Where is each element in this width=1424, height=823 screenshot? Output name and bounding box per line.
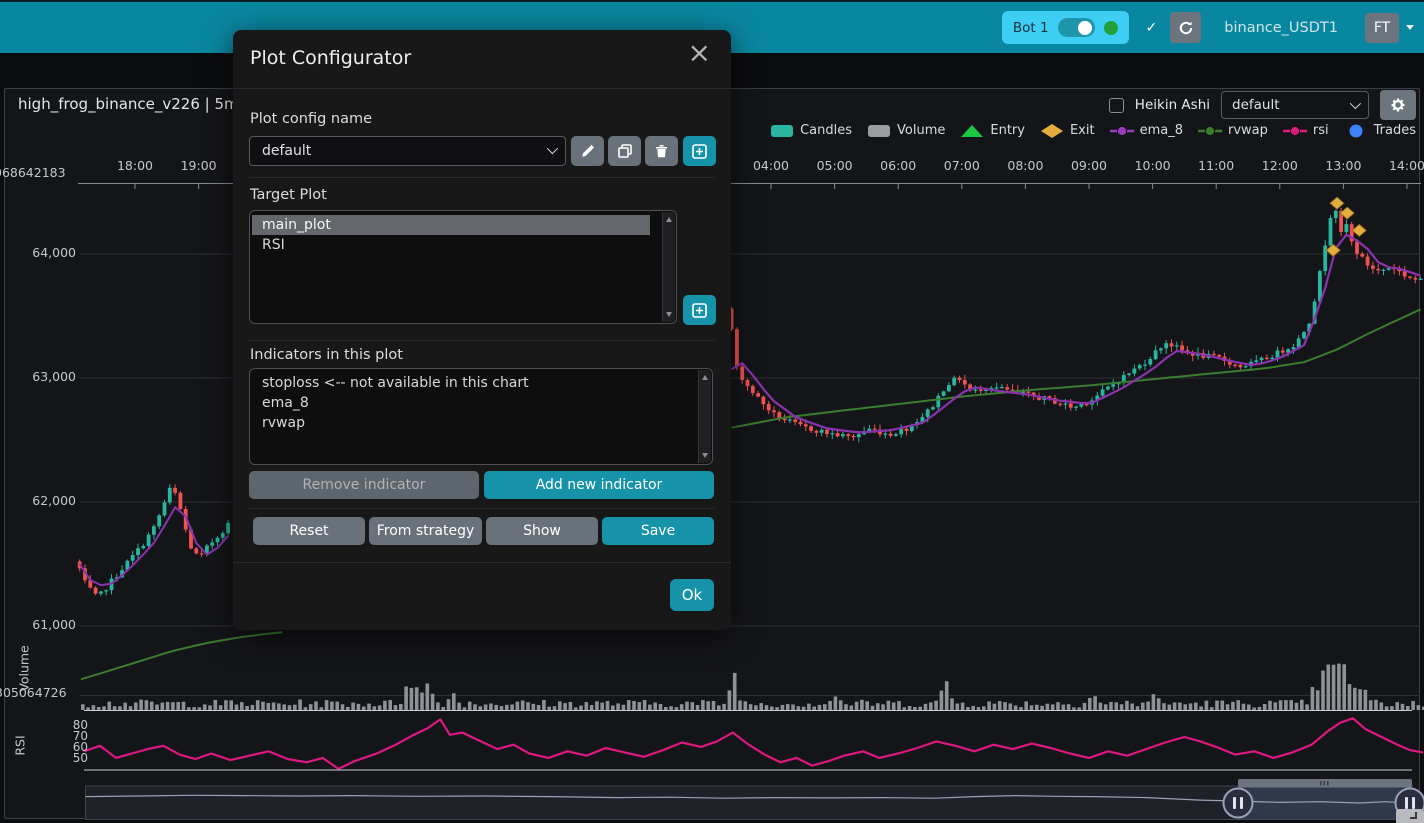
scroll-down-icon[interactable]: [666, 312, 672, 317]
bot-online-icon: [1104, 21, 1118, 35]
add-config-button[interactable]: [683, 136, 716, 166]
legend-linedot-icon: [1198, 124, 1222, 138]
legend-item-rvwap[interactable]: rvwap: [1198, 123, 1268, 138]
caret-down-icon: [1406, 25, 1414, 30]
indicator-option[interactable]: rvwap: [252, 413, 686, 433]
legend-circle-icon: [1344, 124, 1368, 138]
scrollbar[interactable]: [698, 370, 711, 463]
legend-label: rvwap: [1228, 123, 1268, 138]
chart-title: high_frog_binance_v226 | 5m: [18, 95, 239, 113]
bot-toggle[interactable]: [1058, 18, 1095, 37]
legend-label: Candles: [800, 123, 852, 138]
from-strategy-button[interactable]: From strategy: [369, 517, 482, 545]
indicator-option[interactable]: ema_8: [252, 393, 686, 413]
legend-label: Trades: [1374, 123, 1416, 138]
show-button[interactable]: Show: [486, 517, 598, 545]
modal-header: Plot Configurator ×: [233, 30, 731, 89]
reset-button[interactable]: Reset: [253, 517, 365, 545]
plus-square-icon: [692, 144, 707, 159]
pencil-icon: [581, 144, 595, 158]
target-plot-listbox[interactable]: main_plotRSI: [249, 210, 677, 324]
config-name-label: Plot config name: [250, 111, 372, 127]
app-root: Bot 1 ✓ binance_USDT1 FT 18:0019:0004:00…: [0, 0, 1424, 823]
scroll-down-icon[interactable]: [702, 453, 708, 458]
trash-icon: [655, 144, 668, 158]
legend-label: Volume: [897, 123, 945, 138]
chevron-down-icon: [1350, 98, 1361, 109]
close-icon[interactable]: ×: [682, 38, 717, 68]
legend-item-ema_8[interactable]: ema_8: [1110, 123, 1183, 138]
legend-linedot-icon: [1110, 124, 1134, 138]
delete-config-button[interactable]: [645, 136, 678, 166]
indicator-option[interactable]: stoploss <-- not available in this chart: [252, 373, 686, 393]
edit-config-button[interactable]: [571, 136, 604, 166]
remove-indicator-button[interactable]: Remove indicator: [249, 471, 479, 499]
heikin-ashi-checkbox[interactable]: [1109, 98, 1124, 113]
chart-legend: Candles Volume Entry Exit ema_8 rvwap rsi Trade…: [770, 123, 1416, 138]
bot-name: Bot 1: [1013, 20, 1049, 36]
resize-grip[interactable]: [1396, 809, 1424, 823]
target-plot-label: Target Plot: [250, 187, 327, 203]
toggle-knob: [1078, 21, 1092, 35]
gear-icon: [1390, 97, 1406, 113]
legend-linedot-icon: [1283, 124, 1307, 138]
plot-configurator-modal: Plot Configurator × Plot config name def…: [233, 30, 731, 630]
chevron-down-icon: [547, 143, 558, 154]
scrollbar[interactable]: [662, 212, 675, 322]
scroll-up-icon[interactable]: [702, 375, 708, 380]
legend-label: rsi: [1313, 123, 1329, 138]
legend-item-trades[interactable]: Trades: [1344, 123, 1416, 138]
legend-item-exit[interactable]: Exit: [1040, 123, 1095, 138]
add-new-indicator-button[interactable]: Add new indicator: [484, 471, 714, 499]
legend-rect-icon: [867, 124, 891, 138]
legend-item-entry[interactable]: Entry: [960, 123, 1025, 138]
plus-square-icon: [692, 303, 707, 318]
copy-icon: [618, 144, 632, 158]
legend-item-candles[interactable]: Candles: [770, 123, 852, 138]
resize-grip-icon: [1410, 812, 1417, 819]
legend-label: ema_8: [1140, 123, 1183, 138]
legend-item-volume[interactable]: Volume: [867, 123, 945, 138]
account-menu-button[interactable]: FT: [1365, 13, 1399, 43]
scroll-up-icon[interactable]: [666, 217, 672, 222]
target-plot-option[interactable]: main_plot: [252, 215, 650, 235]
plot-settings-button[interactable]: [1380, 90, 1416, 120]
add-plot-button[interactable]: [683, 295, 716, 325]
heikin-ashi-label: Heikin Ashi: [1135, 97, 1210, 113]
indicators-label: Indicators in this plot: [250, 347, 403, 363]
save-button[interactable]: Save: [602, 517, 714, 545]
bot-selector[interactable]: Bot 1: [1002, 11, 1129, 44]
legend-label: Entry: [990, 123, 1025, 138]
modal-title: Plot Configurator: [250, 47, 411, 69]
reload-button[interactable]: [1170, 12, 1201, 43]
target-plot-option[interactable]: RSI: [252, 235, 650, 255]
pair-name: binance_USDT1: [1224, 20, 1338, 36]
refresh-icon: [1178, 20, 1194, 36]
legend-diamond-icon: [1040, 124, 1064, 138]
indicators-listbox[interactable]: stoploss <-- not available in this chart…: [249, 368, 713, 465]
legend-label: Exit: [1070, 123, 1095, 138]
legend-rect-icon: [770, 124, 794, 138]
legend-triangle-icon: [960, 124, 984, 138]
config-name-select[interactable]: default: [249, 136, 566, 166]
duplicate-config-button[interactable]: [608, 136, 641, 166]
chart-controls: Heikin Ashi default: [1109, 90, 1416, 120]
check-icon[interactable]: ✓: [1146, 20, 1158, 36]
plot-template-value: default: [1232, 97, 1280, 113]
plot-template-select[interactable]: default: [1221, 91, 1369, 119]
config-name-value: default: [262, 143, 311, 159]
ok-button[interactable]: Ok: [670, 579, 714, 611]
legend-item-rsi[interactable]: rsi: [1283, 123, 1329, 138]
